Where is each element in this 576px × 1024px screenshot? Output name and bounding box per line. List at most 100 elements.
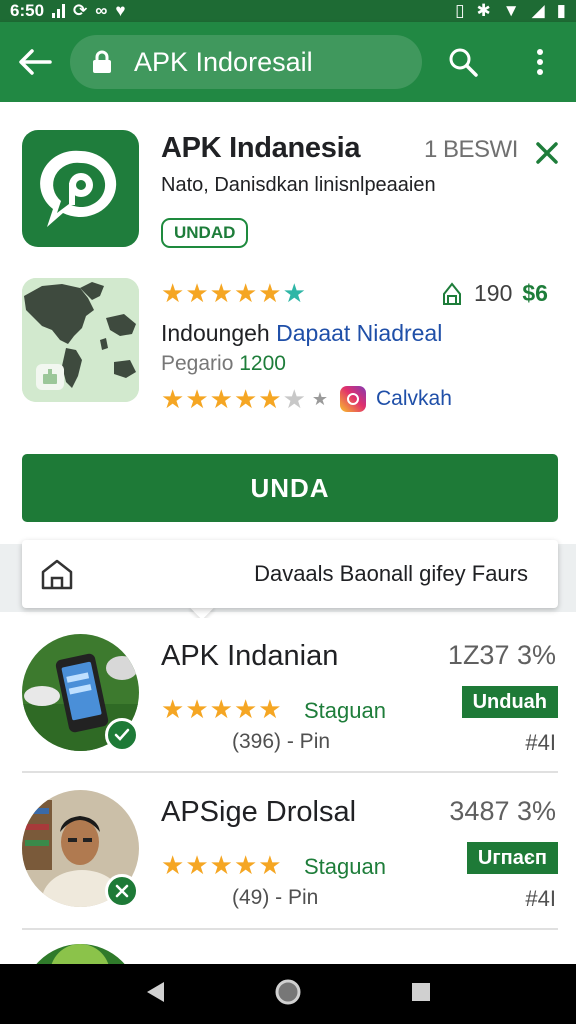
list-item-rank: #4I xyxy=(525,730,556,755)
lock-icon xyxy=(93,50,111,73)
rating-stars: ★ ★ ★ ★ ★ ★ xyxy=(161,280,306,306)
list-item-stat: 1Z37 3% xyxy=(447,640,556,670)
featured-app-subtitle: Nato, Danisdkan linisnlpeaaien xyxy=(161,174,436,196)
list-item[interactable]: APSige Drolsal 3487 3% ★ ★ ★ ★ ★ Staguan (49… xyxy=(0,774,576,930)
home-outline-icon xyxy=(22,558,92,590)
location-icon: ♥ xyxy=(115,1,126,20)
star-icon: ★ xyxy=(185,278,209,308)
signal-icon xyxy=(52,4,66,18)
search-field-text: APK Indoresail xyxy=(134,46,313,77)
download-button[interactable]: Unduah xyxy=(461,686,558,718)
chat-bubble-logo-icon xyxy=(39,150,116,227)
star-icon: ★ xyxy=(161,384,185,414)
star-icon: ★ xyxy=(209,384,233,414)
rating-stars: ★ ★ ★ ★ ★ xyxy=(161,696,282,722)
nav-recents-button[interactable] xyxy=(410,981,432,1008)
bluetooth-icon: ✱ xyxy=(476,1,491,20)
list-item-meta: (49) - Pin xyxy=(232,886,319,909)
status-right: ▯ ✱ ▼ ◢ ▮ xyxy=(455,1,566,21)
app-store-screen: 6:50 ⟳ ∞ ♥ ▯ ✱ ▼ ◢ ▮ APK Indoresail APK … xyxy=(0,0,576,1024)
list-item-category: Staguan xyxy=(304,854,386,879)
star-icon: ★ xyxy=(161,278,185,308)
featured-badge[interactable]: UNDAD xyxy=(161,218,249,248)
close-icon xyxy=(536,142,558,164)
app-icon[interactable] xyxy=(22,130,139,247)
star-icon: ★ xyxy=(161,694,185,724)
developer-line: Indoungeh Dapaat Niadreal xyxy=(161,320,442,347)
instagram-icon xyxy=(340,386,367,412)
star-icon: ★ xyxy=(282,278,306,308)
nav-back-button[interactable] xyxy=(144,980,166,1009)
vibrate-icon: ▯ xyxy=(455,1,465,20)
star-icon: ★ xyxy=(185,384,209,414)
developer-prefix: Indoungeh xyxy=(161,320,270,346)
more-vert-icon xyxy=(537,49,543,75)
list-item-title: APK Indanian xyxy=(161,640,339,672)
link-icon: ∞ xyxy=(95,1,108,20)
nav-home-button[interactable] xyxy=(274,978,302,1011)
star-icon: ★ xyxy=(233,694,258,724)
wifi-icon: ▼ xyxy=(502,1,520,20)
list-divider xyxy=(22,771,558,773)
map-thumbnail[interactable] xyxy=(22,278,139,402)
star-icon: ★ xyxy=(233,850,258,880)
install-button[interactable]: UNDA xyxy=(22,454,558,522)
overflow-menu-button[interactable] xyxy=(504,22,576,102)
list-item-title: APSige Drolsal xyxy=(161,796,357,828)
close-badge-icon xyxy=(105,874,139,908)
star-icon: ★ xyxy=(258,694,282,724)
star-icon: ★ xyxy=(209,850,233,880)
download-button[interactable]: Uгпаєп xyxy=(466,842,558,874)
verified-check-icon xyxy=(105,718,139,752)
downloads-count: 1200 xyxy=(239,352,286,375)
star-icon: ★ xyxy=(233,384,258,414)
featured-app-title[interactable]: APK Indanesia xyxy=(161,132,360,165)
back-button[interactable] xyxy=(0,22,70,102)
star-icon: ★ xyxy=(161,850,185,880)
status-bar: 6:50 ⟳ ∞ ♥ ▯ ✱ ▼ ◢ ▮ xyxy=(0,0,576,22)
app-price: $6 xyxy=(522,280,548,306)
status-time: 6:50 xyxy=(10,1,45,20)
star-icon: ★ xyxy=(209,278,233,308)
sync-icon: ⟳ xyxy=(73,1,88,20)
signal-strength-icon: ◢ xyxy=(531,1,545,20)
list-item-rank: #4I xyxy=(525,886,556,911)
downloads-line: Pegario 1200 xyxy=(161,352,286,376)
status-left: 6:50 ⟳ ∞ ♥ xyxy=(10,1,126,21)
developer-link[interactable]: Dapaat Niadreal xyxy=(276,320,442,346)
system-nav-bar xyxy=(0,964,576,1024)
triangle-back-icon xyxy=(147,981,164,1002)
app-thumbnail xyxy=(22,944,139,964)
featured-app-meta: 1 BESWI xyxy=(424,136,518,163)
world-map-image xyxy=(22,278,139,402)
list-item-category: Staguan xyxy=(304,698,386,723)
thumbs-up-outline-icon xyxy=(443,281,461,305)
list-item-partial[interactable] xyxy=(0,932,576,964)
circle-home-icon xyxy=(275,979,301,1004)
star-icon: ★ xyxy=(233,278,258,308)
list-item-meta: (396) - Pin xyxy=(232,730,331,753)
close-button[interactable] xyxy=(528,134,566,172)
secondary-rating-row: ★ ★ ★ ★ ★ ★ ★ Calvkah xyxy=(161,386,452,412)
star-icon: ★ xyxy=(258,384,282,414)
list-divider xyxy=(22,928,558,930)
star-icon: ★ xyxy=(185,694,209,724)
star-icon: ★ xyxy=(311,388,329,409)
list-item-stat: 3487 3% xyxy=(449,796,556,826)
battery-icon: ▮ xyxy=(556,1,566,20)
popup-text: Davaals Baonall gifey Faurs xyxy=(254,561,528,586)
app-bar: APK Indoresail xyxy=(0,22,576,102)
featured-card: APK Indanesia 1 BESWI Nato, Danisdkan li… xyxy=(0,102,576,540)
rating-stars: ★ ★ ★ ★ ★ xyxy=(161,852,282,878)
list-item[interactable]: APK Indanian 1Z37 3% ★ ★ ★ ★ ★ Staguan (396)… xyxy=(0,618,576,774)
search-button[interactable] xyxy=(422,22,504,102)
rating-stars: ★ ★ ★ ★ ★ ★ xyxy=(161,386,306,412)
search-field[interactable]: APK Indoresail xyxy=(70,35,422,89)
star-icon: ★ xyxy=(209,694,233,724)
source-label[interactable]: Calvkah xyxy=(376,387,452,411)
star-icon: ★ xyxy=(185,850,209,880)
search-icon xyxy=(449,48,478,77)
square-recents-icon xyxy=(412,982,430,1001)
downloads-prefix: Pegario xyxy=(161,352,234,375)
tooltip-popup[interactable]: Davaals Baonall gifey Faurs xyxy=(22,540,558,608)
